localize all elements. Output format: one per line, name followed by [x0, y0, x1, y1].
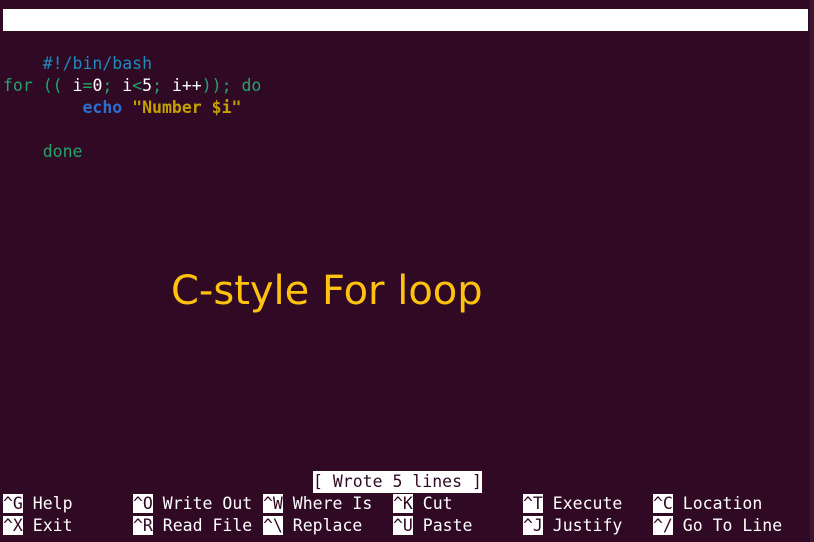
shortcut-label: Go To Line	[672, 516, 783, 535]
shortcut-key: ^O	[133, 494, 153, 513]
status-message: [ Wrote 5 lines ]	[313, 471, 482, 493]
builtin-echo: echo	[82, 98, 123, 117]
op-increment: ++	[181, 76, 202, 95]
keyword-done: done	[42, 142, 83, 161]
shortcut-label: Replace	[282, 516, 363, 535]
shortcut-key: ^G	[3, 494, 23, 513]
shortcut-label: Cut	[412, 494, 453, 513]
keyword-do: do	[241, 76, 262, 95]
num-zero: 0	[92, 76, 103, 95]
shortcut-where-is[interactable]: ^W Where Is	[263, 493, 372, 515]
file-name: c-style-loop.sh	[355, 54, 505, 73]
shortcut-key: ^W	[263, 494, 283, 513]
shortcut-label: Exit	[22, 516, 73, 535]
shortcut-label: Execute	[542, 494, 623, 513]
shortcut-key: ^\	[263, 516, 283, 535]
shortcut-label: Paste	[412, 516, 473, 535]
shortcut-key: ^C	[653, 494, 673, 513]
shortcut-cut[interactable]: ^K Cut	[393, 493, 453, 515]
paren-close: ));	[201, 76, 242, 95]
shortcut-replace[interactable]: ^\ Replace	[263, 515, 362, 537]
code-line-1[interactable]: #!/bin/bash	[3, 31, 152, 73]
shortcut-execute[interactable]: ^T Execute	[523, 493, 622, 515]
shortcut-justify[interactable]: ^J Justify	[523, 515, 622, 537]
shortcut-label: Read File	[152, 516, 253, 535]
paren-open: ((	[32, 76, 73, 95]
shortcut-label: Help	[22, 494, 73, 513]
shortcut-exit[interactable]: ^X Exit	[3, 515, 73, 537]
shortcut-read-file[interactable]: ^R Read File	[133, 515, 252, 537]
var-i: i	[122, 76, 133, 95]
shortcut-label: Write Out	[152, 494, 253, 513]
shortcut-key: ^X	[3, 516, 23, 535]
shortcut-help[interactable]: ^G Help	[3, 493, 73, 515]
semicolon: ;	[102, 76, 123, 95]
var-i: i	[171, 76, 182, 95]
var-i: i	[72, 76, 83, 95]
shortcut-label: Location	[672, 494, 763, 513]
code-line-5[interactable]: done	[3, 119, 83, 161]
shortcut-go-to-line[interactable]: ^/ Go To Line	[653, 515, 782, 537]
op-lt: <	[132, 76, 143, 95]
shebang: #!/bin/bash	[42, 54, 153, 73]
shortcut-key: ^U	[393, 516, 413, 535]
shortcut-label: Justify	[542, 516, 623, 535]
shortcut-location[interactable]: ^C Location	[653, 493, 762, 515]
num-five: 5	[142, 76, 153, 95]
keyword-for: for	[3, 76, 33, 95]
op-assign: =	[82, 76, 93, 95]
code-line-3[interactable]: for (( i=0; i<5; i++)); do	[3, 75, 261, 97]
semicolon: ;	[152, 76, 172, 95]
window-edge-scrollbar[interactable]	[810, 0, 814, 542]
shortcut-paste[interactable]: ^U Paste	[393, 515, 472, 537]
shortcut-key: ^K	[393, 494, 413, 513]
code-line-4[interactable]: echo "Number $i"	[3, 97, 241, 119]
title-bar: GNU nano 7.2 c-style-loop.sh	[3, 9, 808, 73]
shortcut-write-out[interactable]: ^O Write Out	[133, 493, 252, 515]
shortcut-key: ^/	[653, 516, 673, 535]
shortcut-key: ^T	[523, 494, 543, 513]
overlay-caption: C-style For loop	[171, 268, 483, 314]
shortcut-key: ^J	[523, 516, 543, 535]
shortcut-key: ^R	[133, 516, 153, 535]
string-literal: "Number $i"	[132, 98, 242, 117]
shortcut-label: Where Is	[282, 494, 373, 513]
